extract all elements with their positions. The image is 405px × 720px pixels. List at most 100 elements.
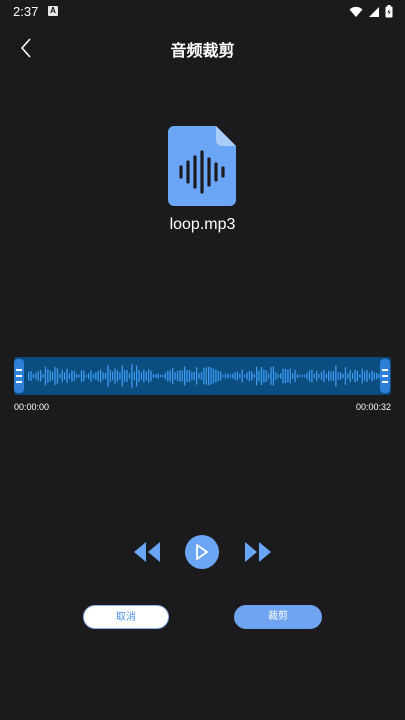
waveform-bar — [258, 370, 260, 382]
waveform-bar — [287, 369, 289, 383]
waveform-bar — [37, 371, 39, 381]
waveform-bar — [124, 370, 126, 382]
notification-icon: A — [48, 6, 58, 16]
status-bar: 2:37 A — [0, 0, 405, 24]
waveform-bar — [35, 372, 37, 380]
waveform-bar — [83, 370, 85, 382]
cut-button[interactable]: 裁剪 — [234, 605, 322, 629]
waveform-bar — [97, 370, 99, 382]
waveform-bar — [30, 371, 32, 381]
waveform-bar — [234, 372, 236, 380]
waveform-bar — [304, 375, 306, 377]
waveform-bar — [169, 370, 171, 382]
fast-forward-button[interactable] — [243, 540, 273, 564]
waveform-bar — [284, 369, 287, 383]
waveform-bar — [184, 366, 186, 386]
signal-icon — [369, 6, 379, 17]
waveform-bar — [352, 373, 354, 379]
waveform — [28, 364, 380, 388]
waveform-bar — [323, 369, 325, 383]
waveform-bar — [265, 370, 267, 382]
waveform-bar — [248, 370, 251, 382]
waveform-bar — [330, 371, 332, 381]
waveform-bar — [102, 372, 104, 380]
waveform-bar — [92, 373, 95, 379]
waveform-bar — [282, 368, 284, 384]
waveform-bar — [148, 369, 150, 383]
waveform-bar — [296, 374, 299, 378]
cancel-button[interactable]: 取消 — [83, 605, 169, 629]
waveform-bar — [366, 370, 368, 382]
waveform-bar — [368, 373, 371, 379]
waveform-track[interactable] — [14, 357, 391, 395]
waveform-bar — [328, 370, 330, 382]
playback-controls — [0, 533, 405, 571]
waveform-bar — [116, 370, 119, 382]
status-icons — [349, 5, 393, 18]
waveform-bar — [76, 373, 78, 379]
waveform-bar — [224, 373, 227, 379]
waveform-bar — [64, 372, 66, 380]
waveform-bar — [220, 371, 222, 381]
play-icon — [196, 544, 208, 560]
waveform-bar — [356, 370, 359, 382]
waveform-bar — [174, 372, 176, 380]
waveform-bar — [54, 367, 56, 385]
waveform-bar — [112, 371, 114, 381]
waveform-bar — [359, 374, 361, 378]
play-button[interactable] — [185, 535, 219, 569]
waveform-bar — [167, 370, 169, 382]
waveform-bar — [208, 366, 210, 386]
waveform-bar — [272, 366, 275, 386]
waveform-bar — [241, 369, 243, 383]
waveform-bar — [90, 370, 92, 382]
waveform-bar — [373, 372, 375, 380]
waveform-bar — [364, 371, 366, 381]
waveform-bar — [337, 372, 339, 380]
waveform-bar — [354, 369, 356, 383]
waveform-bar — [316, 370, 318, 381]
waveform-bar — [152, 374, 155, 378]
waveform-bar — [301, 374, 303, 378]
waveform-bar — [227, 373, 229, 379]
trim-start-handle[interactable] — [14, 359, 24, 393]
waveform-bar — [73, 371, 75, 381]
waveform-bar — [176, 370, 179, 382]
waveform-bar — [311, 369, 313, 383]
waveform-bar — [138, 369, 140, 382]
waveform-bar — [52, 371, 54, 381]
fast-forward-icon — [245, 542, 271, 562]
waveform-bar — [140, 372, 143, 380]
waveform-bar — [215, 369, 217, 383]
waveform-bar — [270, 367, 272, 385]
waveform-bar — [164, 372, 167, 380]
waveform-bar — [71, 370, 73, 382]
waveform-bar — [66, 368, 68, 384]
waveform-bar — [42, 373, 44, 379]
trim-end-handle[interactable] — [380, 359, 390, 393]
audio-file-icon — [168, 126, 236, 206]
waveform-bar — [210, 367, 212, 385]
waveform-bar — [193, 372, 195, 380]
waveform-bar — [109, 369, 111, 383]
waveform-bar — [191, 371, 193, 381]
waveform-bar — [68, 373, 71, 379]
waveform-bar — [198, 373, 200, 379]
waveform-bar — [222, 374, 224, 378]
waveform-bar — [56, 368, 59, 384]
rewind-button[interactable] — [132, 540, 162, 564]
waveform-bar — [145, 371, 147, 381]
waveform-bar — [114, 368, 116, 384]
waveform-bar — [260, 367, 263, 385]
waveform-bar — [294, 369, 296, 383]
waveform-bar — [128, 373, 131, 379]
waveform-bar — [229, 374, 231, 378]
waveform-bar — [340, 372, 342, 380]
waveform-bar — [200, 371, 203, 380]
waveform-bar — [78, 374, 80, 378]
waveform-bar — [332, 370, 335, 382]
waveform-bar — [95, 372, 97, 380]
waveform-bar — [47, 369, 49, 383]
waveform-bar — [361, 368, 363, 384]
waveform-bar — [318, 374, 320, 378]
